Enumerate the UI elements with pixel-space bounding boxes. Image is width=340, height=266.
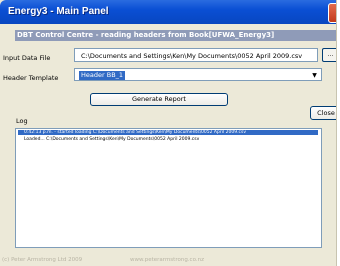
input-file-value: C:\Documents and Settings\Ken\My Documen… — [81, 52, 303, 60]
copyright-text: (c) Peter Armstrong Ltd 2009 — [2, 257, 83, 263]
close-window-icon[interactable] — [328, 3, 336, 23]
log-list[interactable]: 0:42:13 p.m. - started loading C:\Docume… — [15, 128, 322, 248]
header-template-select[interactable]: Header BB_1 ▼ — [74, 68, 322, 81]
banner-text: DBT Control Centre - reading headers fro… — [17, 31, 275, 39]
title-bar[interactable]: Energy3 - Main Panel — [0, 0, 336, 24]
close-button[interactable]: Close — [310, 106, 336, 120]
control-centre-banner: DBT Control Centre - reading headers fro… — [15, 30, 336, 41]
log-label: Log — [16, 117, 28, 125]
chevron-down-icon[interactable]: ▼ — [309, 70, 320, 80]
input-file-label: Input Data File — [3, 54, 51, 62]
header-template-label: Header Template — [3, 74, 59, 82]
main-panel-window: Energy3 - Main Panel DBT Control Centre … — [0, 0, 337, 266]
website-text: www.peterarmstrong.co.nz — [130, 257, 204, 263]
browse-button[interactable]: ... — [322, 48, 336, 62]
log-line[interactable]: Loaded... C:\Documents and Settings\Ken\… — [24, 137, 199, 142]
window-title: Energy3 - Main Panel — [8, 6, 109, 17]
header-template-value: Header BB_1 — [79, 71, 126, 80]
generate-report-button[interactable]: Generate Report — [90, 93, 228, 106]
input-file-field[interactable]: C:\Documents and Settings\Ken\My Documen… — [74, 48, 318, 62]
log-line[interactable]: 0:42:13 p.m. - started loading C:\Docume… — [18, 130, 318, 135]
